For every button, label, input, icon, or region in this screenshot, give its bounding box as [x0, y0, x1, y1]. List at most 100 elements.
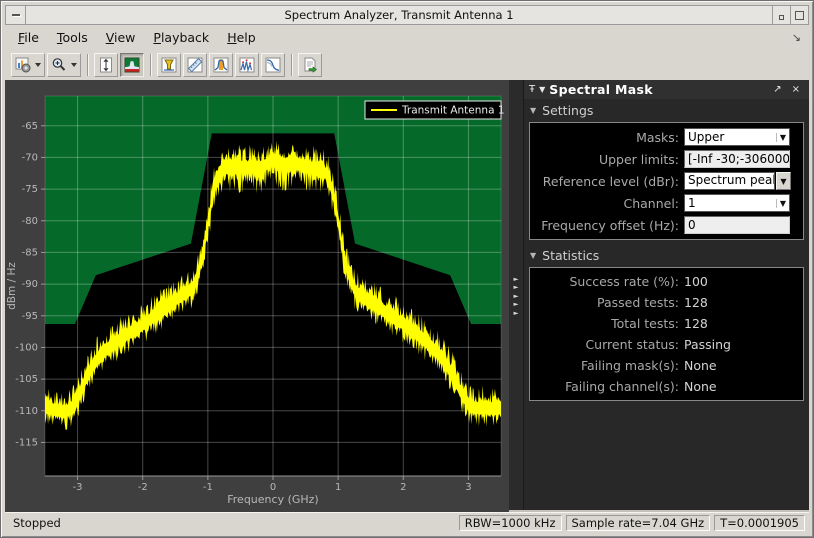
- ruler-icon: [187, 57, 203, 73]
- total-tests-row: Total tests: 128: [611, 316, 708, 331]
- svg-text:-90: -90: [22, 279, 38, 290]
- titlebar: Spectrum Analyzer, Transmit Antenna 1: [5, 5, 809, 25]
- occupied-bandwidth-icon: [213, 57, 229, 73]
- svg-text:-110: -110: [15, 406, 38, 417]
- spectrum-plot[interactable]: -3 -2 -1 0 1 2 3 -65 -70 -75 -80 -85 -90 -95 -100 -105 -…: [5, 80, 509, 512]
- reference-level-dropdown[interactable]: Spectrum peak: [684, 172, 775, 190]
- legend-entry: Transmit Antenna 1: [401, 105, 505, 117]
- spectrum-plot-figure[interactable]: -3 -2 -1 0 1 2 3 -65 -70 -75 -80 -85 -90 -95 -100 -105 -…: [5, 80, 509, 512]
- collapse-icon[interactable]: ▼: [539, 85, 545, 94]
- svg-text:-70: -70: [22, 152, 38, 163]
- svg-text:-1: -1: [203, 482, 213, 493]
- dock-arrow-icon[interactable]: ↘: [792, 31, 801, 44]
- fit-y-axis-icon: [100, 57, 112, 73]
- chevron-down-icon: ▼: [530, 106, 537, 115]
- channel-field: Channel: 1 ▼: [534, 192, 799, 214]
- ccdf-measurements-button[interactable]: [261, 53, 285, 77]
- occupied-bandwidth-button[interactable]: [209, 53, 233, 77]
- menu-file[interactable]: File: [9, 27, 48, 48]
- frequency-offset-field: Frequency offset (Hz): 0: [534, 214, 799, 236]
- status-state: Stopped: [13, 516, 61, 530]
- export-script-icon: [304, 57, 317, 73]
- menu-help[interactable]: Help: [218, 27, 265, 48]
- undock-icon[interactable]: ↗: [773, 84, 781, 95]
- x-axis-label: Frequency (GHz): [227, 493, 318, 506]
- splitter-arrow-icon: ►: [513, 291, 519, 300]
- spectrum-analyzer-window: Spectrum Analyzer, Transmit Antenna 1 Fi…: [0, 0, 814, 538]
- peak-finder-icon: [239, 57, 255, 73]
- reference-level-field: Reference level (dBr): Spectrum peak ▼: [534, 170, 799, 192]
- failing-masks-row: Failing mask(s): None: [580, 358, 717, 373]
- fit-y-axis-button[interactable]: [94, 53, 118, 77]
- sample-rate-indicator: Sample rate=7.04 GHz: [565, 515, 711, 531]
- masks-dropdown[interactable]: Upper ▼: [684, 128, 790, 146]
- channel-dropdown[interactable]: 1 ▼: [684, 194, 790, 212]
- zoom-in-icon: [52, 58, 66, 71]
- zoom-button[interactable]: [47, 53, 81, 77]
- svg-text:-115: -115: [15, 437, 38, 448]
- current-status-row: Current status: Passing: [585, 337, 731, 352]
- time-indicator: T=0.0001905: [714, 515, 805, 531]
- toolbar: [5, 50, 809, 80]
- spectral-mask-panel-header: Ŧ ▼ Spectral Mask ↗ ×: [524, 80, 809, 99]
- dropdown-caret-icon: [35, 63, 41, 67]
- statusbar: Stopped RBW=1000 kHz Sample rate=7.04 GH…: [5, 512, 809, 533]
- failing-channels-row: Failing channel(s): None: [565, 379, 717, 394]
- splitter-arrow-icon: ►: [513, 300, 519, 309]
- chevron-down-icon: ▼: [776, 132, 789, 142]
- masks-field: Masks: Upper ▼: [534, 126, 799, 148]
- window-menu-icon: [11, 14, 20, 16]
- chevron-down-icon: ▼: [530, 251, 537, 260]
- window-title: Spectrum Analyzer, Transmit Antenna 1: [284, 8, 514, 22]
- settings-group: Masks: Upper ▼ Upper limits: [-Inf -30;-…: [529, 122, 804, 240]
- upper-limits-field: Upper limits: [-Inf -30;-3060000000: [598, 150, 790, 168]
- window-maximize-button[interactable]: [790, 6, 808, 24]
- pin-icon[interactable]: Ŧ: [529, 84, 535, 95]
- upper-limits-input[interactable]: [-Inf -30;-3060000000: [684, 150, 790, 168]
- toolbar-separator: [87, 54, 88, 76]
- spectral-mask-panel: Ŧ ▼ Spectral Mask ↗ × ▼ Settings Masks: …: [523, 80, 809, 512]
- frequency-offset-input[interactable]: 0: [684, 216, 790, 234]
- statistics-section-header[interactable]: ▼ Statistics: [524, 244, 809, 265]
- maximize-icon: [795, 10, 804, 20]
- spectrum-settings-button[interactable]: [11, 53, 45, 77]
- chevron-down-icon[interactable]: ▼: [776, 172, 791, 190]
- splitter-arrow-icon: ►: [513, 308, 519, 317]
- svg-text:-2: -2: [138, 482, 148, 493]
- toolbar-separator: [291, 54, 292, 76]
- channel-measurements-button[interactable]: [183, 53, 207, 77]
- export-script-button[interactable]: [298, 53, 322, 77]
- chevron-down-icon: ▼: [776, 198, 789, 208]
- restore-icon: [779, 14, 784, 20]
- success-rate-row: Success rate (%): 100: [569, 274, 708, 289]
- passed-tests-row: Passed tests: 128: [597, 295, 708, 310]
- y-axis-label: dBm / Hz: [6, 262, 18, 310]
- splitter-arrow-icon: ►: [513, 274, 519, 283]
- svg-text:1: 1: [335, 482, 341, 493]
- svg-text:-75: -75: [22, 184, 38, 195]
- settings-section-header[interactable]: ▼ Settings: [524, 99, 809, 120]
- peak-finder-button[interactable]: [235, 53, 259, 77]
- window-restore-button[interactable]: [772, 6, 790, 24]
- svg-text:2: 2: [400, 482, 406, 493]
- toolbar-separator: [150, 54, 151, 76]
- svg-text:-100: -100: [15, 342, 38, 353]
- window-menu-button[interactable]: [6, 6, 26, 24]
- svg-text:-80: -80: [22, 216, 38, 227]
- spectral-mask-button[interactable]: [120, 53, 144, 77]
- ccdf-icon: [265, 57, 281, 73]
- distortion-measurements-button[interactable]: [157, 53, 181, 77]
- close-icon[interactable]: ×: [792, 84, 800, 95]
- svg-text:-105: -105: [15, 374, 38, 385]
- menu-playback[interactable]: Playback: [144, 27, 218, 48]
- panel-splitter[interactable]: ► ► ► ► ►: [509, 80, 523, 512]
- menu-view[interactable]: View: [97, 27, 145, 48]
- menu-tools[interactable]: Tools: [48, 27, 97, 48]
- spectral-mask-icon: [124, 57, 140, 73]
- svg-text:0: 0: [270, 482, 276, 493]
- svg-text:-3: -3: [73, 482, 83, 493]
- main-area: -3 -2 -1 0 1 2 3 -65 -70 -75 -80 -85 -90 -95 -100 -105 -…: [5, 80, 809, 512]
- menubar: File Tools View Playback Help ↘: [5, 25, 809, 50]
- splitter-arrow-icon: ►: [513, 283, 519, 292]
- spectrum-settings-icon: [15, 57, 31, 73]
